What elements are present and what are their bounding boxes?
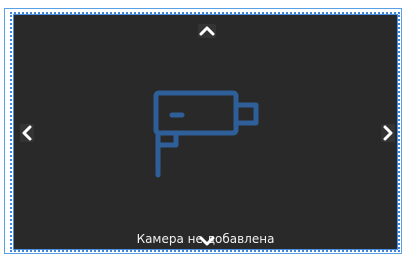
nav-up-button[interactable]	[197, 21, 217, 41]
camera-viewport[interactable]: Камера не добавлена	[13, 14, 398, 250]
chevron-up-icon	[198, 24, 216, 38]
chevron-down-icon	[199, 236, 215, 246]
chevron-right-icon	[381, 124, 395, 142]
chevron-left-icon	[20, 124, 34, 142]
nav-right-button[interactable]	[378, 123, 397, 143]
nav-down-button[interactable]	[197, 231, 217, 249]
security-camera-icon	[153, 90, 259, 178]
nav-left-button[interactable]	[17, 123, 37, 143]
